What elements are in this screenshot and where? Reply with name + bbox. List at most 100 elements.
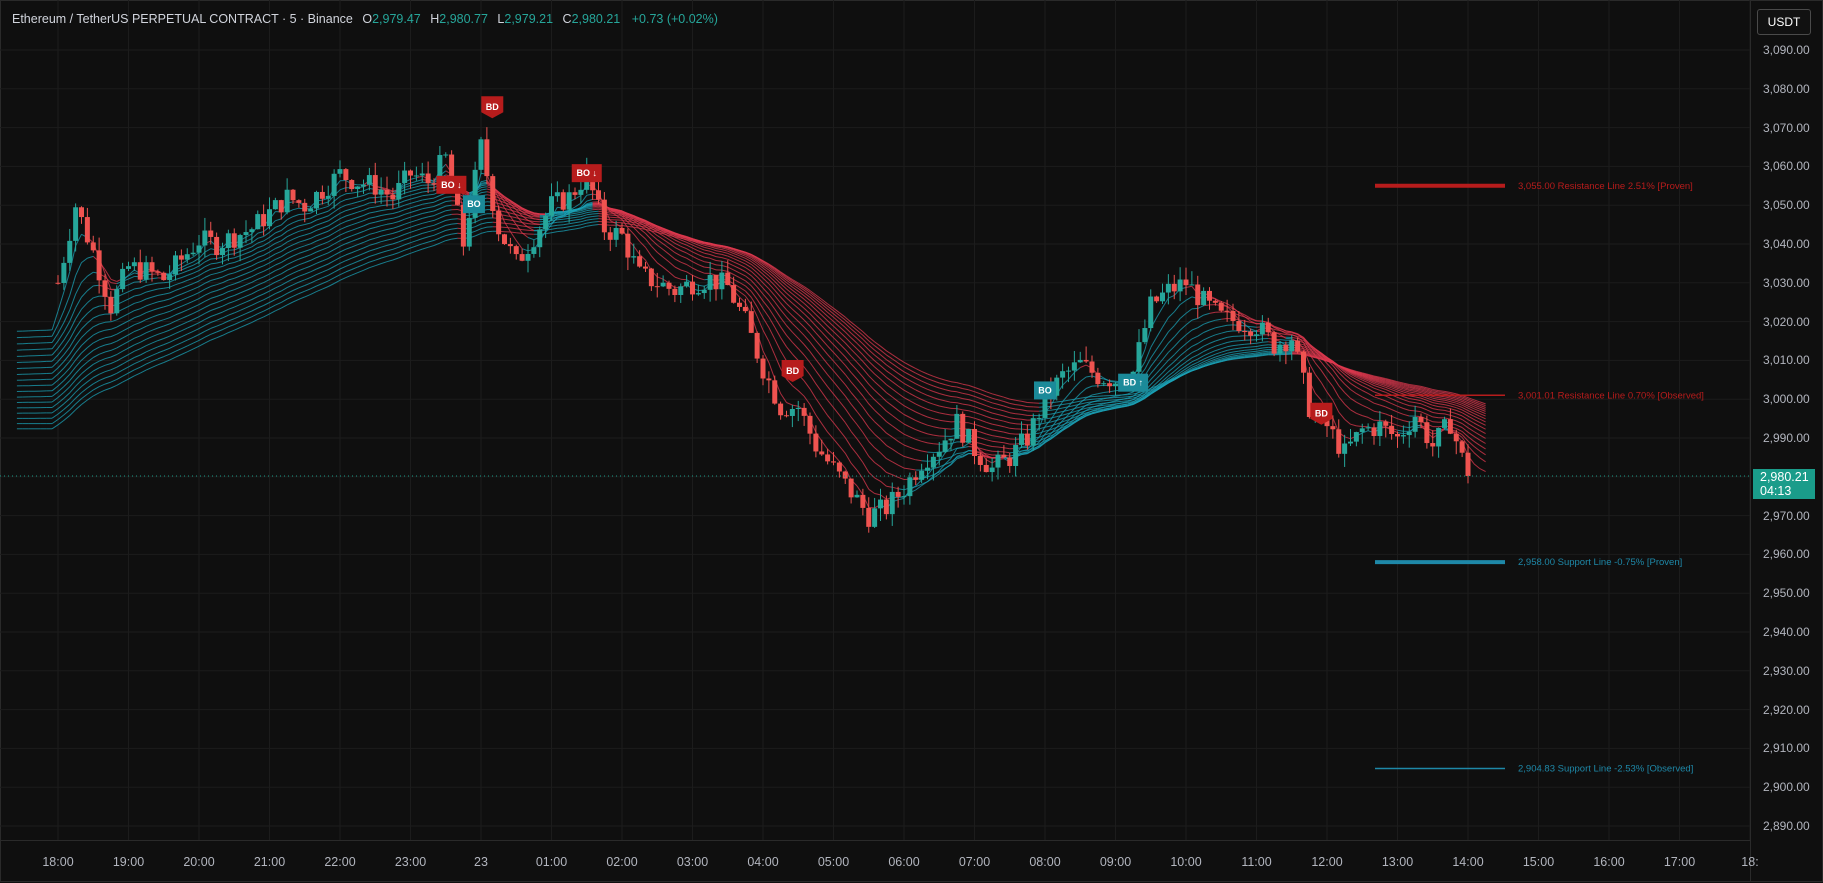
- candle: [373, 175, 378, 195]
- candle: [949, 439, 954, 441]
- candle: [1413, 417, 1418, 432]
- candle: [244, 232, 249, 235]
- candle: [214, 237, 219, 255]
- signal-label: BD: [486, 102, 499, 112]
- symbol-header: Ethereum / TetherUS PERPETUAL CONTRACT ·…: [12, 12, 718, 26]
- time-tick-label: 13:00: [1382, 855, 1413, 869]
- candle: [984, 465, 989, 472]
- candle: [432, 183, 437, 184]
- candle: [150, 262, 155, 271]
- candle: [578, 190, 583, 195]
- candle: [937, 452, 942, 457]
- chart-canvas[interactable]: 3,055.00 Resistance Line 2.51% [Proven]3…: [0, 0, 1750, 840]
- time-tick-label: 06:00: [888, 855, 919, 869]
- open-value: 2,979.47: [372, 12, 421, 26]
- candle: [672, 289, 677, 295]
- candle: [520, 254, 525, 261]
- candle: [185, 254, 190, 259]
- candle: [103, 280, 108, 296]
- time-tick-label: 04:00: [747, 855, 778, 869]
- signal-label: BO: [1038, 385, 1052, 395]
- candle: [1184, 280, 1189, 286]
- candle: [173, 255, 178, 274]
- price-tick-label: 2,990.00: [1763, 431, 1810, 445]
- candle: [1019, 434, 1024, 445]
- candle: [1372, 427, 1377, 436]
- candle: [567, 192, 572, 209]
- candle: [1466, 453, 1471, 476]
- candle: [1336, 429, 1341, 454]
- candle: [255, 214, 260, 229]
- candle: [855, 495, 860, 498]
- candle: [1430, 443, 1435, 446]
- support-line-label: 2,904.83 Support Line -2.53% [Observed]: [1518, 763, 1693, 774]
- candle: [338, 169, 343, 174]
- price-tick-label: 2,930.00: [1763, 664, 1810, 678]
- candle: [273, 200, 278, 209]
- candle: [191, 253, 196, 254]
- resistance-line-label: 3,055.00 Resistance Line 2.51% [Proven]: [1518, 181, 1693, 192]
- time-tick-label: 22:00: [324, 855, 355, 869]
- candle: [1360, 428, 1365, 432]
- candle: [155, 271, 160, 272]
- price-tick-label: 3,030.00: [1763, 276, 1810, 290]
- candle: [1454, 434, 1459, 442]
- candle: [1272, 332, 1277, 353]
- price-tick-label: 2,910.00: [1763, 741, 1810, 755]
- candle: [314, 192, 319, 209]
- candle: [514, 246, 519, 254]
- time-tick-label: 20:00: [183, 855, 214, 869]
- signal-label: BO ↓: [576, 168, 597, 178]
- candle: [849, 479, 854, 498]
- price-tick-label: 2,970.00: [1763, 509, 1810, 523]
- candle: [1342, 444, 1347, 454]
- price-tick-label: 2,940.00: [1763, 625, 1810, 639]
- candle: [308, 208, 313, 211]
- signal-label: BO: [467, 199, 481, 209]
- candle: [161, 273, 166, 280]
- high-label: H: [430, 12, 439, 26]
- candle: [643, 267, 648, 269]
- price-tick-label: 2,890.00: [1763, 819, 1810, 833]
- time-tick-label: 18:: [1741, 855, 1758, 869]
- time-tick-label: 17:00: [1664, 855, 1695, 869]
- price-tick-label: 3,040.00: [1763, 237, 1810, 251]
- price-tick-label: 3,080.00: [1763, 82, 1810, 96]
- candle: [972, 429, 977, 456]
- candle: [1377, 422, 1382, 437]
- candle: [490, 176, 495, 211]
- candle: [1242, 331, 1247, 332]
- candle: [302, 203, 307, 212]
- candle: [496, 211, 501, 234]
- candle: [1107, 383, 1112, 386]
- candle: [261, 214, 266, 226]
- time-tick-label: 01:00: [536, 855, 567, 869]
- candle: [232, 233, 237, 247]
- candle: [990, 468, 995, 473]
- candle: [320, 192, 325, 199]
- price-tick-label: 3,020.00: [1763, 315, 1810, 329]
- candle: [1225, 311, 1230, 312]
- candle: [960, 414, 965, 443]
- candle: [414, 175, 419, 176]
- candle: [702, 290, 707, 293]
- time-tick-label: 09:00: [1100, 855, 1131, 869]
- price-tick-label: 3,060.00: [1763, 159, 1810, 173]
- candle: [690, 282, 695, 295]
- candle: [1219, 303, 1224, 311]
- candle: [1289, 340, 1294, 351]
- time-tick-label: 21:00: [254, 855, 285, 869]
- candle: [737, 303, 742, 307]
- candle: [396, 183, 401, 199]
- currency-button[interactable]: USDT: [1757, 9, 1811, 35]
- candle: [1389, 426, 1394, 434]
- candle: [1460, 441, 1465, 452]
- candle: [843, 471, 848, 478]
- candle: [625, 234, 630, 258]
- candle: [772, 380, 777, 403]
- candle: [138, 262, 143, 279]
- price-axis[interactable]: 3,090.003,080.003,070.003,060.003,050.00…: [1750, 0, 1823, 882]
- symbol-title[interactable]: Ethereum / TetherUS PERPETUAL CONTRACT ·…: [12, 12, 353, 26]
- candle: [796, 408, 801, 409]
- candle: [1095, 373, 1100, 384]
